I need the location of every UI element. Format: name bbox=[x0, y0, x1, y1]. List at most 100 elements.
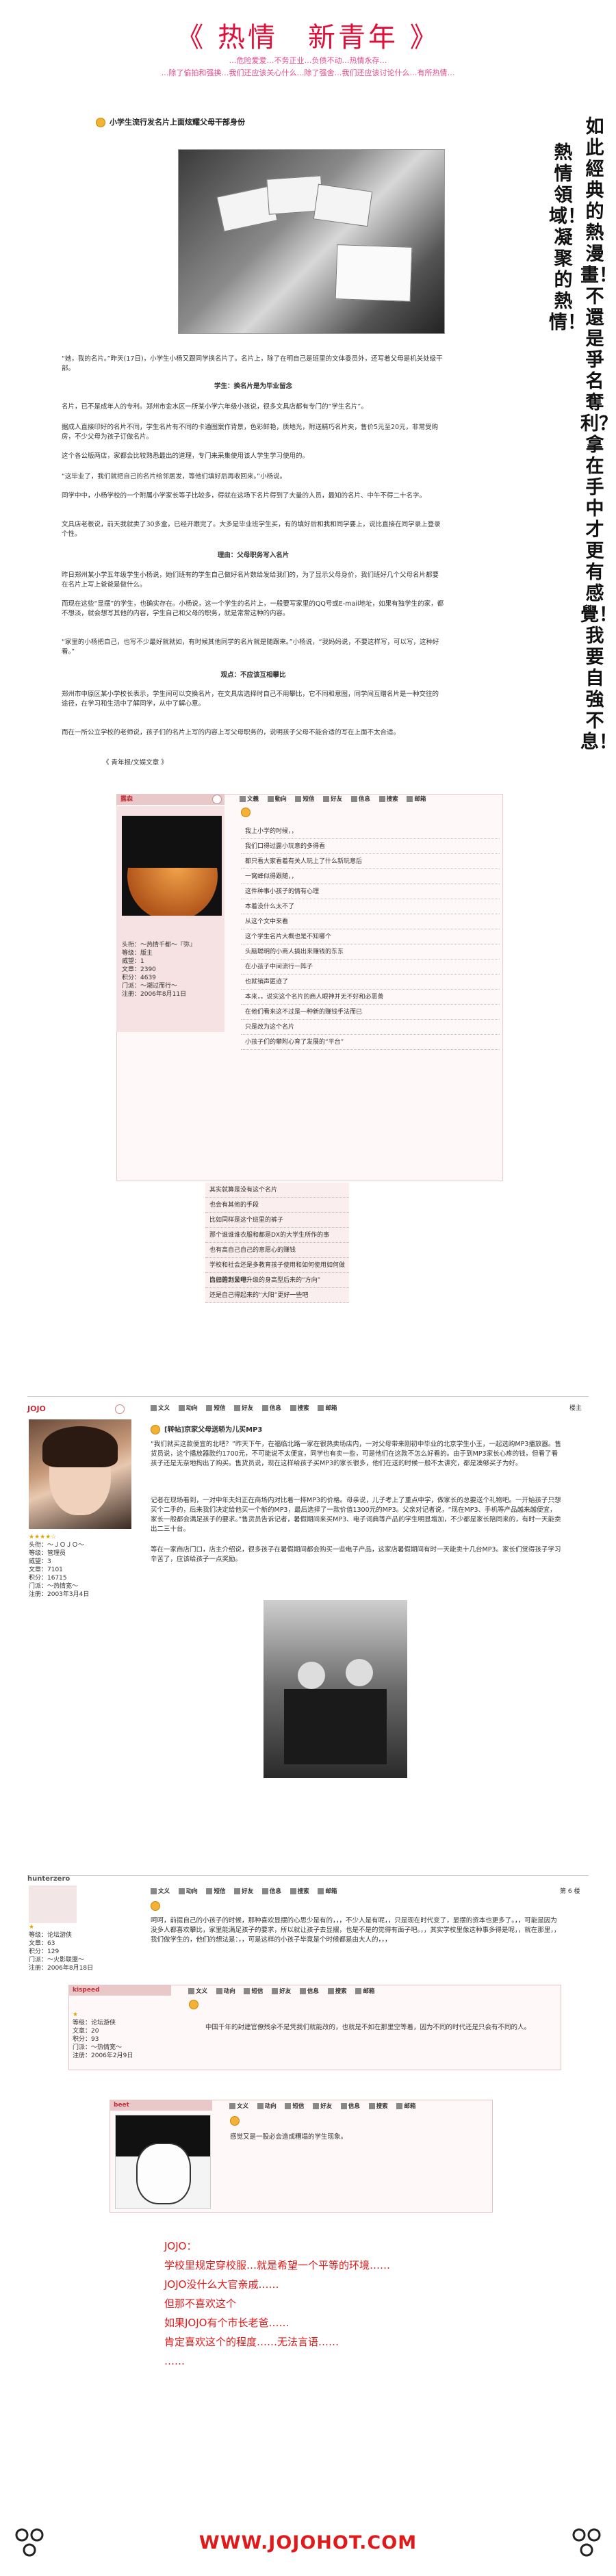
site-url-link[interactable]: WWW.JOJOHOT.COM bbox=[0, 2532, 616, 2553]
post-line: 头脑聪明的小商人搞出来赚钱的东东 bbox=[241, 944, 500, 959]
user-registered: 注册：2006年2月9日 bbox=[73, 2052, 133, 2059]
user-points: 积分：16715 bbox=[29, 1575, 67, 1582]
post-line: 本着没什么太不了 bbox=[241, 899, 500, 914]
toolbar-message[interactable]: 短信 bbox=[206, 1886, 225, 1897]
vertical-slogan-left: 熱情領域！凝聚的熱情！ bbox=[549, 142, 586, 333]
toolbar-search[interactable]: 搜索 bbox=[327, 1986, 347, 1997]
post-body: 等在一家商店门口，店主介绍说，很多孩子在暑假期间都会购买一些电子产品，这家店暑假… bbox=[151, 1546, 561, 1563]
user-posts: 文章：20 bbox=[73, 2028, 99, 2035]
toolbar-message[interactable]: 短信 bbox=[295, 794, 314, 805]
toolbar-info[interactable]: 信息 bbox=[261, 1886, 281, 1897]
toolbar-search[interactable]: 搜索 bbox=[290, 1886, 309, 1897]
user-points: 积分：93 bbox=[73, 2036, 99, 2043]
post-line: 也有高自己自己的意愿心的赚钱 bbox=[205, 1243, 349, 1258]
post-toolbar: 文義 動向 短信 好友 信息 搜索 邮箱 bbox=[240, 794, 500, 805]
message-icon bbox=[295, 796, 302, 802]
avatar bbox=[29, 1419, 131, 1529]
user-posts: 文章：2390 bbox=[122, 966, 156, 973]
mail-icon bbox=[318, 1888, 324, 1894]
friend-icon bbox=[272, 1988, 279, 1994]
post-toolbar: 文义 动向 短信 好友 信息 搜索 邮箱 bbox=[188, 1986, 544, 1997]
article-paragraph: 而现在这些“显摆”的学生，也确实存在。小杨说，这一个学生的名片上，一般要写家里的… bbox=[62, 600, 444, 617]
message-icon bbox=[244, 1988, 251, 1994]
toolbar-friend[interactable]: 好友 bbox=[234, 1403, 253, 1414]
mail-icon bbox=[318, 1405, 324, 1411]
user-info: ★ 等级：论坛游侠 文章：20 积分：93 门派：～热情宽～ 注册：2006年2… bbox=[73, 2011, 175, 2060]
post-line: 那个谁谁谁衣服和都是DX的大学生所作的事 bbox=[205, 1228, 349, 1243]
post-line: 比如强制父母升级的身高型后来的“方向” bbox=[205, 1273, 349, 1288]
toolbar-friend[interactable]: 好友 bbox=[272, 1986, 291, 1997]
toolbar-profile[interactable]: 文義 bbox=[240, 794, 259, 805]
toolbar-search[interactable]: 搜索 bbox=[290, 1403, 309, 1414]
toolbar-mail[interactable]: 邮箱 bbox=[407, 794, 426, 805]
article-source: 《 青年报/文娱文章 》 bbox=[103, 759, 168, 767]
toolbar-profile[interactable]: 文义 bbox=[151, 1886, 170, 1897]
toolbar-message[interactable]: 短信 bbox=[206, 1403, 225, 1414]
search-icon bbox=[290, 1888, 296, 1894]
toolbar-activity[interactable]: 动向 bbox=[257, 2101, 277, 2112]
post-username[interactable]: beet bbox=[114, 2102, 129, 2109]
post-line: 在他们看来这不过是一种新的赚钱手法而已 bbox=[241, 1005, 500, 1020]
avatar bbox=[115, 2115, 211, 2209]
article-paragraph: 据成人直接印好的名片不同，学生名片有不同的卡通图案作背景，色彩鲜艳，质地光，附送… bbox=[62, 424, 439, 441]
post-body: “我们就买这款便宜的北吧？”昨天下午，在福临北路一家在很热卖场店内，一对父母带来… bbox=[151, 1441, 561, 1467]
toolbar-info[interactable]: 信息 bbox=[350, 794, 370, 805]
toolbar-mail[interactable]: 邮箱 bbox=[355, 1986, 374, 1997]
toolbar-profile[interactable]: 文义 bbox=[229, 2101, 248, 2112]
page-title: 《 热情 新青年 》 bbox=[176, 22, 440, 53]
user-registered: 注册：2006年8月18日 bbox=[29, 1965, 94, 1972]
user-header-bar: beet bbox=[110, 2100, 212, 2111]
toolbar-activity[interactable]: 动向 bbox=[178, 1886, 198, 1897]
avatar bbox=[29, 1885, 77, 1923]
post-line: 比如同样是这个班里的裤子 bbox=[205, 1213, 349, 1228]
profile-icon bbox=[188, 1988, 194, 1994]
footer-line: …… bbox=[164, 2355, 185, 2367]
search-icon bbox=[368, 2103, 375, 2109]
toolbar-mail[interactable]: 邮箱 bbox=[318, 1403, 337, 1414]
post-line: 从这个文中来看 bbox=[241, 914, 500, 929]
toolbar-friend[interactable]: 好友 bbox=[323, 794, 342, 805]
user-points: 积分：4639 bbox=[122, 975, 156, 981]
article-paragraph: 而在一所公立学校的老师说，孩子们的名片上写的内容上写父母职务的，说明孩子父母不能… bbox=[62, 729, 400, 736]
article-paragraph: 文具店老板说，前天我就卖了30多盒，已经开跟完了。大多是毕业班学生买，有的填好后… bbox=[62, 521, 441, 538]
article-title-text: 小学生流行发名片上面炫耀父母干部身份 bbox=[110, 118, 245, 127]
toolbar-message[interactable]: 短信 bbox=[285, 2101, 304, 2112]
info-icon bbox=[261, 1888, 268, 1894]
activity-icon bbox=[267, 796, 274, 802]
toolbar-activity[interactable]: 动向 bbox=[178, 1403, 198, 1414]
article-photo bbox=[178, 149, 445, 334]
toolbar-search[interactable]: 搜索 bbox=[368, 2101, 388, 2112]
smile-icon bbox=[189, 2000, 203, 2009]
post-username[interactable]: JOJO bbox=[27, 1404, 46, 1413]
post-toolbar: 文义 动向 短信 好友 信息 搜索 邮箱 bbox=[229, 2101, 489, 2112]
toolbar-friend[interactable]: 好友 bbox=[313, 2101, 332, 2112]
user-info: ★ 等级：论坛游侠 文章：63 积分：129 门派：～火影联盟～ 注册：2006… bbox=[29, 1923, 131, 1972]
post-username[interactable]: kispeed bbox=[73, 1987, 100, 1994]
user-title: 头衔：～ＪＯＪＯ～ bbox=[29, 1542, 85, 1549]
mail-icon bbox=[407, 796, 413, 802]
user-posts: 文章：7101 bbox=[29, 1567, 63, 1573]
toolbar-info[interactable]: 信息 bbox=[261, 1403, 281, 1414]
toolbar-info[interactable]: 信息 bbox=[299, 1986, 319, 1997]
article-quote: “她，我的名片。”昨天(17日)，小学生小杨又跟同学换名片了。名片上，除了在明自… bbox=[62, 355, 443, 372]
toolbar-mail[interactable]: 邮箱 bbox=[318, 1886, 337, 1897]
toolbar-message[interactable]: 短信 bbox=[244, 1986, 263, 1997]
footer-line: 但那不喜欢这个 bbox=[164, 2297, 237, 2310]
activity-icon bbox=[178, 1888, 185, 1894]
toolbar-profile[interactable]: 文义 bbox=[151, 1403, 170, 1414]
post-username[interactable]: 露森 bbox=[120, 796, 133, 803]
post-username[interactable]: hunterzero bbox=[27, 1875, 70, 1883]
post-line: 学校和社会还是多教育孩子使用和如何使用如何做自己的力量吧 bbox=[205, 1258, 349, 1284]
toolbar-mail[interactable]: 邮箱 bbox=[396, 2101, 415, 2112]
post-toolbar: 文义 动向 短信 好友 信息 搜索 邮箱 bbox=[151, 1886, 534, 1897]
toolbar-profile[interactable]: 文义 bbox=[188, 1986, 207, 1997]
post-line: 一窝蜂似得跟随，， bbox=[241, 869, 500, 884]
post-line: 我们口得过露小玩意的多得看 bbox=[241, 839, 500, 854]
toolbar-search[interactable]: 搜索 bbox=[378, 794, 398, 805]
post-line: 都只看大家看着有关人玩上了什么新玩意后 bbox=[241, 854, 500, 869]
toolbar-activity[interactable]: 動向 bbox=[267, 794, 287, 805]
toolbar-friend[interactable]: 好友 bbox=[234, 1886, 253, 1897]
smile-icon bbox=[230, 2116, 244, 2126]
toolbar-info[interactable]: 信息 bbox=[340, 2101, 360, 2112]
toolbar-activity[interactable]: 动向 bbox=[216, 1986, 235, 1997]
